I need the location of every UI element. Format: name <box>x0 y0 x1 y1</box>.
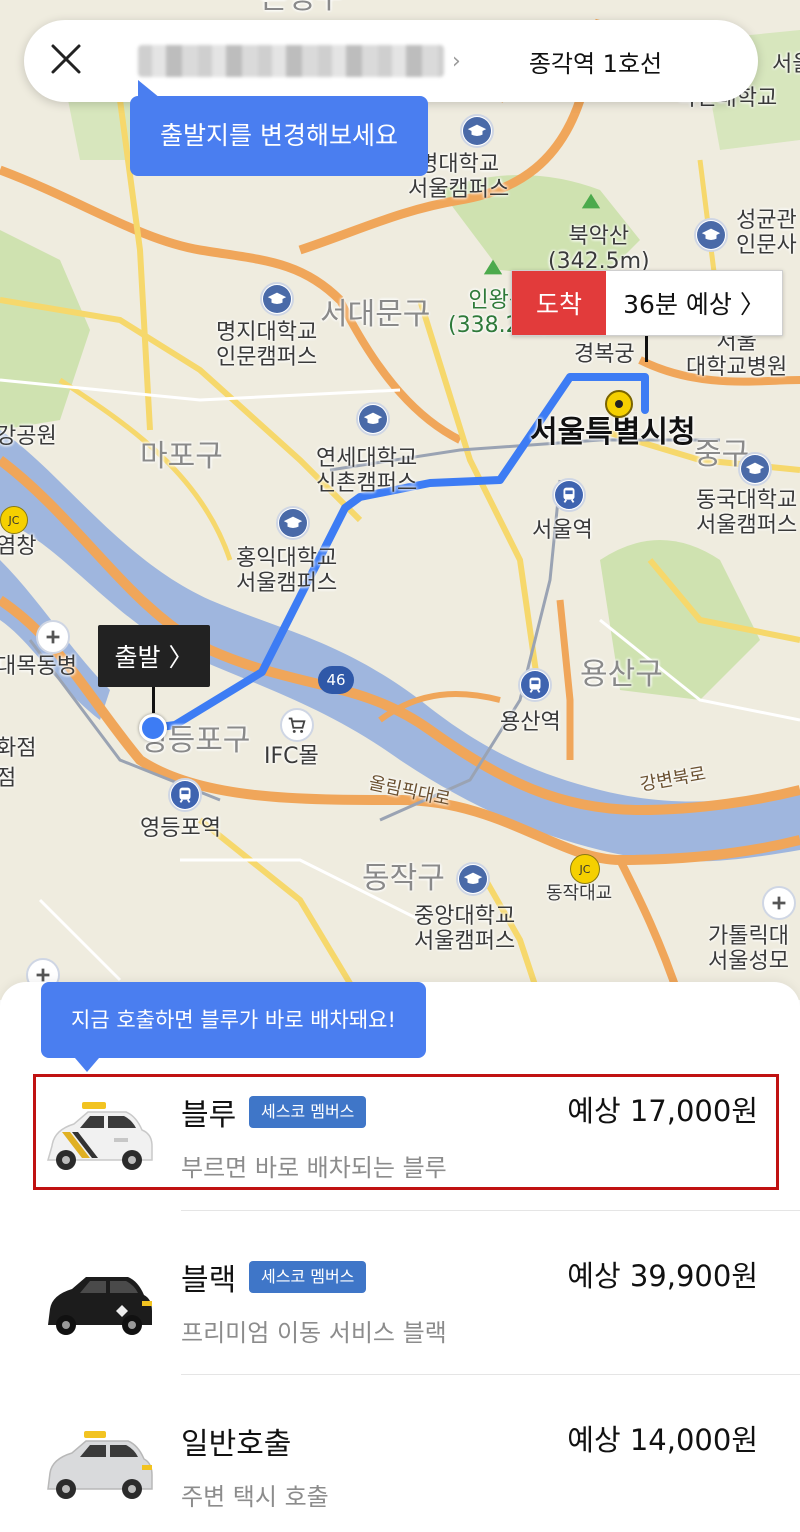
option-name: 블랙 <box>181 1263 237 1298</box>
divider <box>181 1210 800 1211</box>
change-origin-tooltip-text: 출발지를 변경해보세요 <box>160 121 398 150</box>
destination-marker[interactable] <box>605 390 633 418</box>
university-icon[interactable] <box>460 114 494 148</box>
origin-address-redacted[interactable] <box>138 45 444 77</box>
label-yonsei: 연세대학교 신촌캠퍼스 <box>316 446 418 497</box>
label-chungang: 중앙대학교 서울캠퍼스 <box>414 904 516 955</box>
label-left4: 점 <box>0 766 17 791</box>
label-top-cut: 은평구 <box>260 0 343 17</box>
label-mapo: 마포구 <box>140 439 223 474</box>
jc-sign: JC <box>0 506 28 534</box>
label-bugaksan: 북악산 (342.5m) <box>548 224 650 275</box>
ride-option-black[interactable]: 블랙 세스코 멤버스 프리미엄 이동 서비스 블랙 예상 39,900원 <box>0 1239 800 1389</box>
label-seoul-station: 서울역 <box>532 518 593 543</box>
close-icon <box>50 43 82 79</box>
jc-sign: JC <box>570 854 600 884</box>
label-hongik: 홍익대학교 서울캠퍼스 <box>236 546 338 597</box>
university-icon[interactable] <box>738 452 772 486</box>
label-myongji: 명지대학교 인문캠퍼스 <box>216 320 318 371</box>
label-left5: 염창 <box>0 534 37 559</box>
label-left1: 강공원 <box>0 424 57 449</box>
option-price: 예상 14,000원 <box>567 1423 758 1457</box>
divider <box>181 1374 800 1375</box>
shopping-icon[interactable] <box>280 708 314 742</box>
taxi-black-icon <box>48 1277 152 1335</box>
label-dongguk: 동국대학교 서울캠퍼스 <box>696 488 798 539</box>
label-seoul-right: 서울 <box>772 52 800 77</box>
arrival-label[interactable]: 도착 36분 예상 〉 <box>511 270 783 336</box>
blue-dispatch-tooltip: 지금 호출하면 블루가 바로 배차돼요! <box>41 982 426 1072</box>
ride-options-sheet: 지금 호출하면 블루가 바로 배차돼요! 블루 세스코 멤버스 부르면 바로 배… <box>0 982 800 1532</box>
blue-dispatch-tooltip-text: 지금 호출하면 블루가 바로 배차돼요! <box>71 1008 396 1032</box>
university-icon[interactable] <box>456 862 490 896</box>
hospital-icon[interactable] <box>36 620 70 654</box>
option-price: 예상 17,000원 <box>567 1094 758 1128</box>
route-search-bar[interactable]: › 종각역 1호선 <box>24 20 758 102</box>
label-catholic: 가톨릭대 서울성모 <box>708 924 789 975</box>
university-icon[interactable] <box>276 506 310 540</box>
option-description: 부르면 바로 배차되는 블루 <box>181 1154 447 1182</box>
label-left3: 화점 <box>0 736 37 761</box>
label-yeongdeungpo-station: 영등포역 <box>140 816 221 841</box>
option-description: 주변 택시 호출 <box>181 1483 329 1511</box>
university-icon[interactable] <box>694 218 728 252</box>
taxi-normal-icon <box>47 1431 153 1499</box>
ride-option-normal[interactable]: 일반호출 주변 택시 호출 예상 14,000원 <box>0 1403 800 1532</box>
mountain-icon <box>574 184 608 218</box>
label-yongsan-station: 용산역 <box>500 710 561 735</box>
departure-label[interactable]: 출발 〉 <box>98 625 210 687</box>
route-chevron-icon: › <box>452 48 461 74</box>
option-name: 블루 <box>181 1098 237 1133</box>
university-icon[interactable] <box>260 282 294 316</box>
destination-field[interactable]: 종각역 1호선 <box>529 44 662 79</box>
ride-option-blue[interactable]: 블루 세스코 멤버스 부르면 바로 배차되는 블루 예상 17,000원 <box>0 1074 800 1224</box>
option-description: 프리미엄 이동 서비스 블랙 <box>181 1319 447 1347</box>
label-seodaemun: 서대문구 <box>320 297 431 332</box>
label-yongsan: 용산구 <box>580 657 663 692</box>
arrival-tag: 도착 <box>512 271 606 335</box>
origin-marker[interactable] <box>139 714 167 742</box>
mountain-icon <box>476 250 510 284</box>
station-icon[interactable] <box>552 478 586 512</box>
university-icon[interactable] <box>356 402 390 436</box>
label-ifc: IFC몰 <box>264 744 319 769</box>
label-snuh: 서울 대학교병원 <box>686 330 788 381</box>
label-dongjak-bridge: 동작대교 <box>546 883 613 904</box>
arrival-eta: 36분 예상 〉 <box>606 271 782 335</box>
label-gyeongbokgung: 경복궁 <box>574 342 635 367</box>
membership-badge: 세스코 멤버스 <box>249 1096 367 1128</box>
label-skku: 성균관 인문사 <box>736 208 797 259</box>
route-46-sign: 46 <box>318 666 354 694</box>
hospital-icon[interactable] <box>762 886 796 920</box>
station-icon[interactable] <box>168 778 202 812</box>
taxi-blue-icon <box>47 1102 153 1170</box>
label-dongjak: 동작구 <box>362 861 445 896</box>
departure-pin-stem <box>152 687 155 713</box>
label-city-hall: 서울특별시청 <box>530 415 696 450</box>
option-price: 예상 39,900원 <box>567 1259 758 1293</box>
change-origin-tooltip[interactable]: 출발지를 변경해보세요 <box>130 80 428 176</box>
membership-badge: 세스코 멤버스 <box>249 1261 367 1293</box>
close-button[interactable] <box>24 20 108 102</box>
label-left2: 대목동병 <box>0 654 77 679</box>
arrival-pin-stem <box>645 336 648 362</box>
station-icon[interactable] <box>518 668 552 702</box>
option-name: 일반호출 <box>181 1427 292 1462</box>
map-view[interactable]: 서대문구 마포구 용산구 동작구 영등포구 중구 은평구 서울특별시청 명지대학… <box>0 0 800 1000</box>
